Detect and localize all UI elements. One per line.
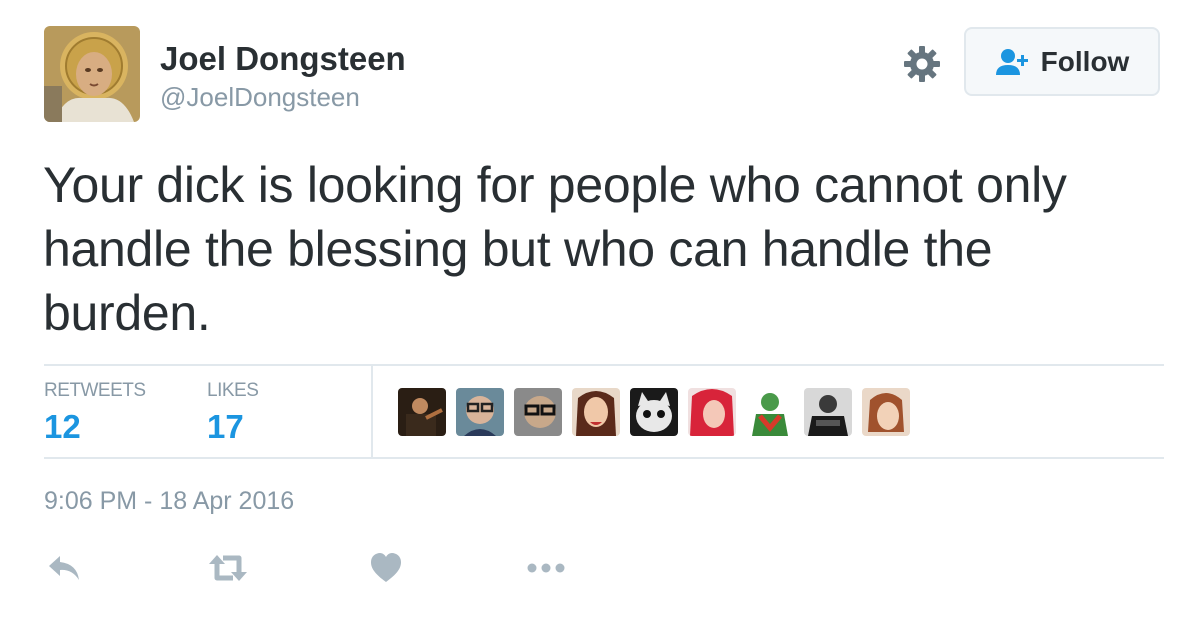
liker-avatar[interactable] xyxy=(746,388,794,436)
likes-count: 17 xyxy=(207,408,244,445)
liker-avatar[interactable] xyxy=(572,388,620,436)
liker-avatar[interactable] xyxy=(630,388,678,436)
tweet-text-line: Your dick is looking for people who cann… xyxy=(43,157,1067,213)
more-dots-icon[interactable] xyxy=(526,552,566,589)
like-heart-icon[interactable] xyxy=(369,552,403,589)
settings-gear-icon[interactable] xyxy=(903,45,941,83)
stats-vertical-divider xyxy=(371,366,373,458)
follow-user-icon xyxy=(995,47,1031,77)
liker-avatar[interactable] xyxy=(804,388,852,436)
liker-avatar[interactable] xyxy=(456,388,504,436)
avatar[interactable] xyxy=(44,26,140,122)
follow-button-label: Follow xyxy=(1040,45,1130,77)
liker-avatar[interactable] xyxy=(398,388,446,436)
retweets-stat[interactable]: RETWEETS 12 xyxy=(44,380,146,446)
tweet-text-line: handle the blessing but who can handle t… xyxy=(43,221,993,277)
follow-button[interactable]: Follow xyxy=(964,27,1160,96)
display-name[interactable]: Joel Dongsteen xyxy=(160,40,406,78)
tweet-timestamp[interactable]: 9:06 PM - 18 Apr 2016 xyxy=(44,487,294,516)
liker-avatar[interactable] xyxy=(862,388,910,436)
likes-label: LIKES xyxy=(207,380,259,401)
liker-avatar[interactable] xyxy=(514,388,562,436)
reply-icon[interactable] xyxy=(46,552,82,589)
retweets-label: RETWEETS xyxy=(44,380,146,401)
retweets-count: 12 xyxy=(44,408,81,445)
tweet-text-line: burden. xyxy=(43,285,211,341)
user-handle[interactable]: @JoelDongsteen xyxy=(160,82,360,113)
stats-top-divider xyxy=(44,364,1164,366)
likes-stat[interactable]: LIKES 17 xyxy=(207,380,259,446)
retweet-icon[interactable] xyxy=(207,552,249,589)
stats-bottom-divider xyxy=(44,457,1164,459)
likers-avatars xyxy=(398,388,920,436)
liker-avatar[interactable] xyxy=(688,388,736,436)
tweet-text: Your dick is looking for people who cann… xyxy=(43,153,1163,345)
